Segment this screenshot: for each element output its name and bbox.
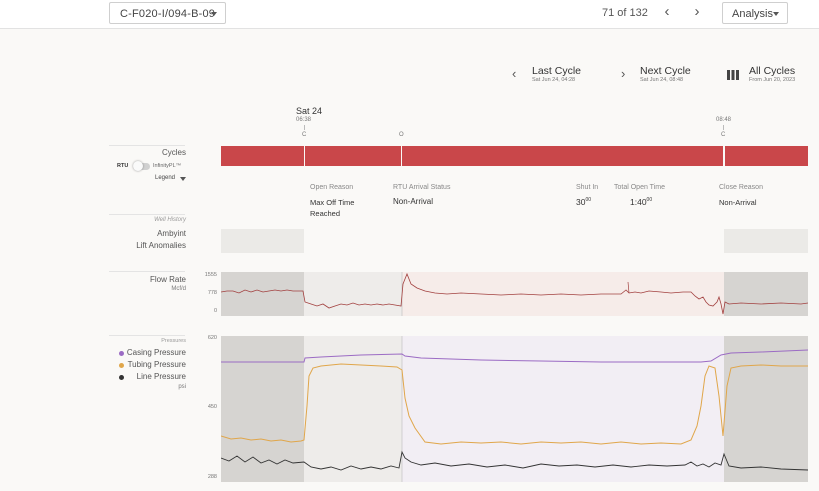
next-well-button[interactable]: ›: [689, 4, 705, 21]
cycle-bar-segment[interactable]: [402, 146, 723, 166]
timeline-date: Sat 24: [296, 106, 323, 116]
analysis-dropdown-label: Analysis: [732, 8, 773, 20]
pressures-heading: Pressures: [161, 338, 186, 344]
pressure-tick-max: 620: [207, 335, 217, 341]
all-cycles-button[interactable]: All Cycles From Jun 20, 2023: [727, 64, 815, 86]
history-shutin-block: [221, 229, 304, 253]
pressure-tick-min: 288: [207, 474, 217, 480]
timeline-start-time: 06:38: [296, 117, 312, 123]
section-divider: [109, 145, 185, 146]
next-cycle-time: Sat Jun 24, 08:48: [640, 77, 684, 83]
pressure-tick-mid: 450: [207, 404, 217, 410]
flow-tick-min: 0: [213, 308, 217, 314]
open-reason-value-line2: Reached: [310, 209, 341, 218]
chevron-right-icon: ›: [621, 66, 626, 81]
toggle-knob: [133, 161, 143, 171]
analysis-dropdown[interactable]: Analysis: [722, 2, 788, 24]
timeline-end-time: 08:48: [716, 117, 732, 123]
next-cycle-title: Next Cycle: [640, 65, 691, 77]
pressures-chart: [221, 336, 808, 482]
flow-tick-max: 1555: [204, 272, 217, 278]
shutin-shade: [221, 336, 304, 482]
cycle-bar-segment[interactable]: [305, 146, 401, 166]
source-toggle[interactable]: [133, 161, 150, 171]
last-cycle-time: Sat Jun 24, 04:28: [532, 77, 576, 83]
cycle-bar-segment[interactable]: [221, 146, 304, 166]
toggle-infinity-label: InfinityPL™: [153, 163, 182, 169]
shut-in-value: 3000: [576, 197, 591, 207]
legend-dropdown[interactable]: Legend: [155, 175, 187, 185]
pressures-unit: psi: [178, 384, 186, 390]
line-pressure-label: Line Pressure: [136, 372, 186, 381]
section-divider: [109, 335, 185, 336]
open-reason-value-line1: Max Off Time: [310, 198, 355, 207]
tick-mark: [723, 125, 724, 130]
flow-shade: [402, 336, 724, 482]
well-selector[interactable]: C-F020-I/094-B-09: [109, 2, 226, 24]
rtu-status-label: RTU Arrival Status: [393, 184, 451, 191]
close-reason-value: Non-Arrival: [719, 198, 757, 207]
chevron-down-icon: [773, 12, 779, 16]
afterflow-shade: [304, 272, 402, 316]
flow-rate-label: Flow Rate: [149, 275, 186, 284]
marker-open: O: [399, 132, 404, 138]
flow-tick-mid: 778: [207, 290, 217, 296]
open-time-label: Total Open Time: [614, 184, 665, 191]
shut-in-sup: 00: [585, 197, 592, 204]
history-shutin-block: [724, 229, 808, 253]
marker-close-start: C: [302, 132, 307, 138]
flow-rate-chart: [221, 272, 808, 316]
chevron-down-icon: [180, 177, 186, 181]
previous-well-button[interactable]: ‹: [659, 4, 675, 21]
casing-pressure-label: Casing Pressure: [126, 348, 186, 357]
top-bar: C-F020-I/094-B-09 71 of 132 ‹ › Analysis: [0, 0, 819, 29]
shutin-shade: [724, 272, 808, 316]
well-history-ambyint: Ambyint: [157, 229, 186, 238]
afterflow-shade: [304, 336, 402, 482]
pager-text: 71 of 132: [602, 7, 648, 19]
cycle-bar-segment[interactable]: [725, 146, 808, 166]
last-cycle-title: Last Cycle: [532, 65, 582, 77]
shut-in-label: Shut In: [576, 184, 599, 191]
all-cycles-title: All Cycles: [749, 65, 796, 77]
open-time-sup: 00: [646, 197, 653, 204]
marker-close-end: C: [721, 132, 726, 138]
tubing-pressure-label: Tubing Pressure: [127, 360, 186, 369]
line-legend-dot: [119, 375, 124, 380]
open-time-value: 1:4000: [630, 197, 652, 207]
well-history-heading: Well History: [154, 217, 186, 223]
toggle-rtu-label: RTU: [117, 163, 129, 169]
shutin-shade: [724, 336, 808, 482]
section-divider: [109, 214, 185, 215]
shutin-shade: [221, 272, 304, 316]
tubing-legend-dot: [119, 363, 124, 368]
cycles-label: Cycles: [161, 148, 186, 157]
last-cycle-button[interactable]: ‹ Last Cycle Sat Jun 24, 04:28: [512, 64, 602, 86]
columns-icon: [727, 70, 739, 80]
all-cycles-range: From Jun 20, 2023: [749, 77, 796, 83]
casing-legend-dot: [119, 351, 124, 356]
chevron-down-icon: [211, 12, 217, 16]
rtu-status-value: Non-Arrival: [393, 197, 434, 206]
well-history-lift-anomalies: Lift Anomalies: [136, 241, 186, 250]
section-divider: [109, 271, 185, 272]
next-cycle-button[interactable]: › Next Cycle Sat Jun 24, 08:48: [621, 64, 711, 86]
flow-rate-unit: Mcf/d: [171, 286, 186, 292]
well-selector-value: C-F020-I/094-B-09: [120, 8, 216, 20]
tick-mark: [304, 125, 305, 130]
open-time-main: 1:40: [630, 197, 647, 207]
chevron-left-icon: ‹: [512, 66, 517, 81]
legend-label: Legend: [155, 175, 176, 181]
open-reason-label: Open Reason: [310, 184, 354, 191]
close-reason-label: Close Reason: [719, 184, 763, 191]
